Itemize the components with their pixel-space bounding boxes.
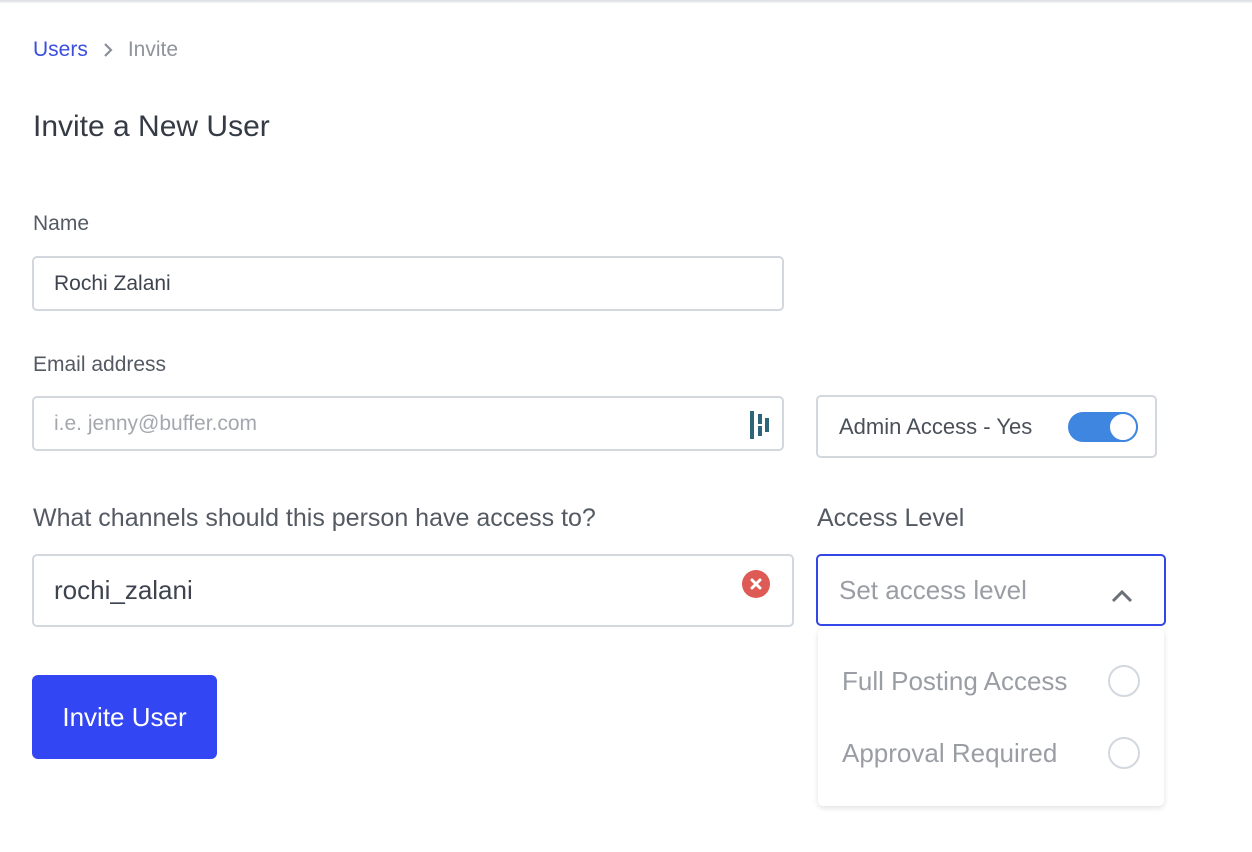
- radio-button[interactable]: [1108, 665, 1140, 697]
- top-bar-shadow: [0, 0, 1252, 3]
- admin-access-toggle-box: Admin Access - Yes: [816, 395, 1157, 458]
- clear-x-icon[interactable]: [742, 570, 770, 598]
- page-title: Invite a New User: [33, 110, 270, 143]
- toggle-knob: [1108, 412, 1138, 442]
- channels-input-value: rochi_zalani: [54, 575, 193, 605]
- access-level-dropdown: Full Posting Access Approval Required: [818, 629, 1164, 806]
- access-level-label: Access Level: [817, 504, 965, 532]
- breadcrumb: Users Invite: [33, 38, 178, 62]
- chevron-right-icon: [102, 40, 114, 60]
- name-label: Name: [33, 212, 90, 235]
- access-option-full-posting[interactable]: Full Posting Access: [842, 661, 1142, 701]
- admin-access-label: Admin Access - Yes: [839, 413, 1033, 439]
- invite-user-button[interactable]: Invite User: [32, 675, 217, 759]
- channels-input[interactable]: rochi_zalani: [32, 554, 794, 627]
- email-input[interactable]: i.e. jenny@buffer.com: [32, 396, 784, 451]
- admin-access-toggle[interactable]: [1068, 412, 1138, 442]
- option-label: Approval Required: [842, 737, 1058, 768]
- radio-button[interactable]: [1108, 737, 1140, 769]
- name-input[interactable]: Rochi Zalani: [32, 256, 784, 311]
- access-level-placeholder: Set access level: [839, 574, 1027, 605]
- email-label: Email address: [33, 353, 167, 376]
- option-label: Full Posting Access: [842, 665, 1068, 696]
- channels-label: What channels should this person have ac…: [33, 504, 596, 532]
- breadcrumb-users-link[interactable]: Users: [33, 38, 88, 62]
- chevron-up-icon: [1110, 580, 1134, 603]
- access-level-select[interactable]: Set access level: [816, 554, 1166, 626]
- breadcrumb-current: Invite: [127, 38, 179, 61]
- name-input-value: Rochi Zalani: [54, 271, 171, 295]
- email-input-placeholder: i.e. jenny@buffer.com: [54, 411, 258, 435]
- password-manager-icon[interactable]: [750, 411, 772, 439]
- access-option-approval-required[interactable]: Approval Required: [842, 733, 1142, 773]
